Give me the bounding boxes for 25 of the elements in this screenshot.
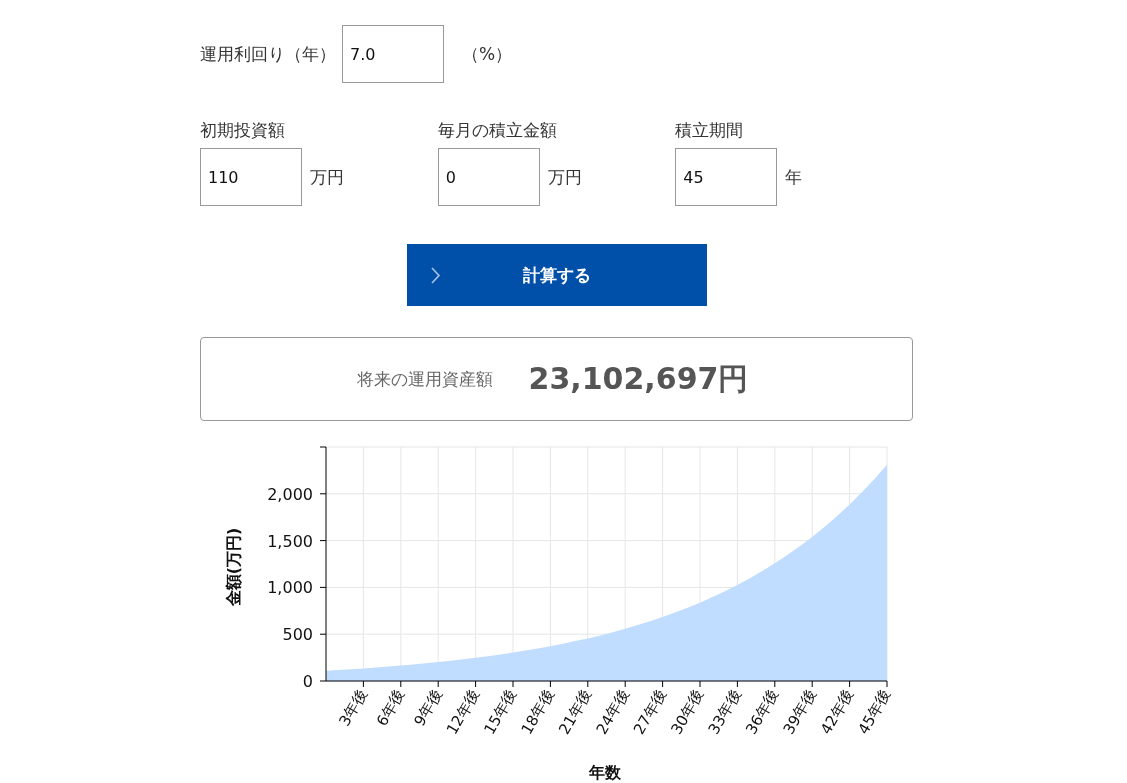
input-field[interactable]: 45 (675, 148, 778, 206)
input-field[interactable]: 110 (200, 148, 302, 206)
input-field[interactable]: 7.0 (342, 25, 444, 83)
field-label: 運用利回り（年） (200, 42, 336, 66)
field-label: 毎月の積立金額 (437, 119, 558, 142)
result-value: 23,102,697円 (528, 359, 749, 398)
input-field[interactable]: 0 (437, 148, 540, 206)
result-label: 将来の運用資産額 (356, 367, 493, 391)
x-axis-title: 年数 (589, 763, 621, 782)
chevron-right-icon (430, 267, 441, 284)
unit-label: 万円 (310, 165, 344, 189)
calculate-button[interactable]: 計算する (406, 244, 707, 306)
y-axis-title: 金額(万円) (224, 527, 243, 607)
field-label: 初期投資額 (200, 119, 286, 142)
field-label: 積立期間 (675, 119, 745, 142)
x-tick-label: 6年後 (372, 686, 409, 730)
y-tick-label: 2,000 (267, 484, 313, 504)
unit-label: 年 (785, 165, 803, 189)
unit-label: 万円 (547, 165, 582, 189)
y-tick-label: 1,000 (267, 578, 313, 598)
y-tick-label: 0 (302, 672, 313, 691)
y-tick-label: 500 (282, 625, 313, 645)
x-tick-label: 3年後 (335, 686, 371, 730)
y-tick-label: 1,500 (267, 531, 313, 551)
unit-label: （%） (462, 42, 513, 66)
